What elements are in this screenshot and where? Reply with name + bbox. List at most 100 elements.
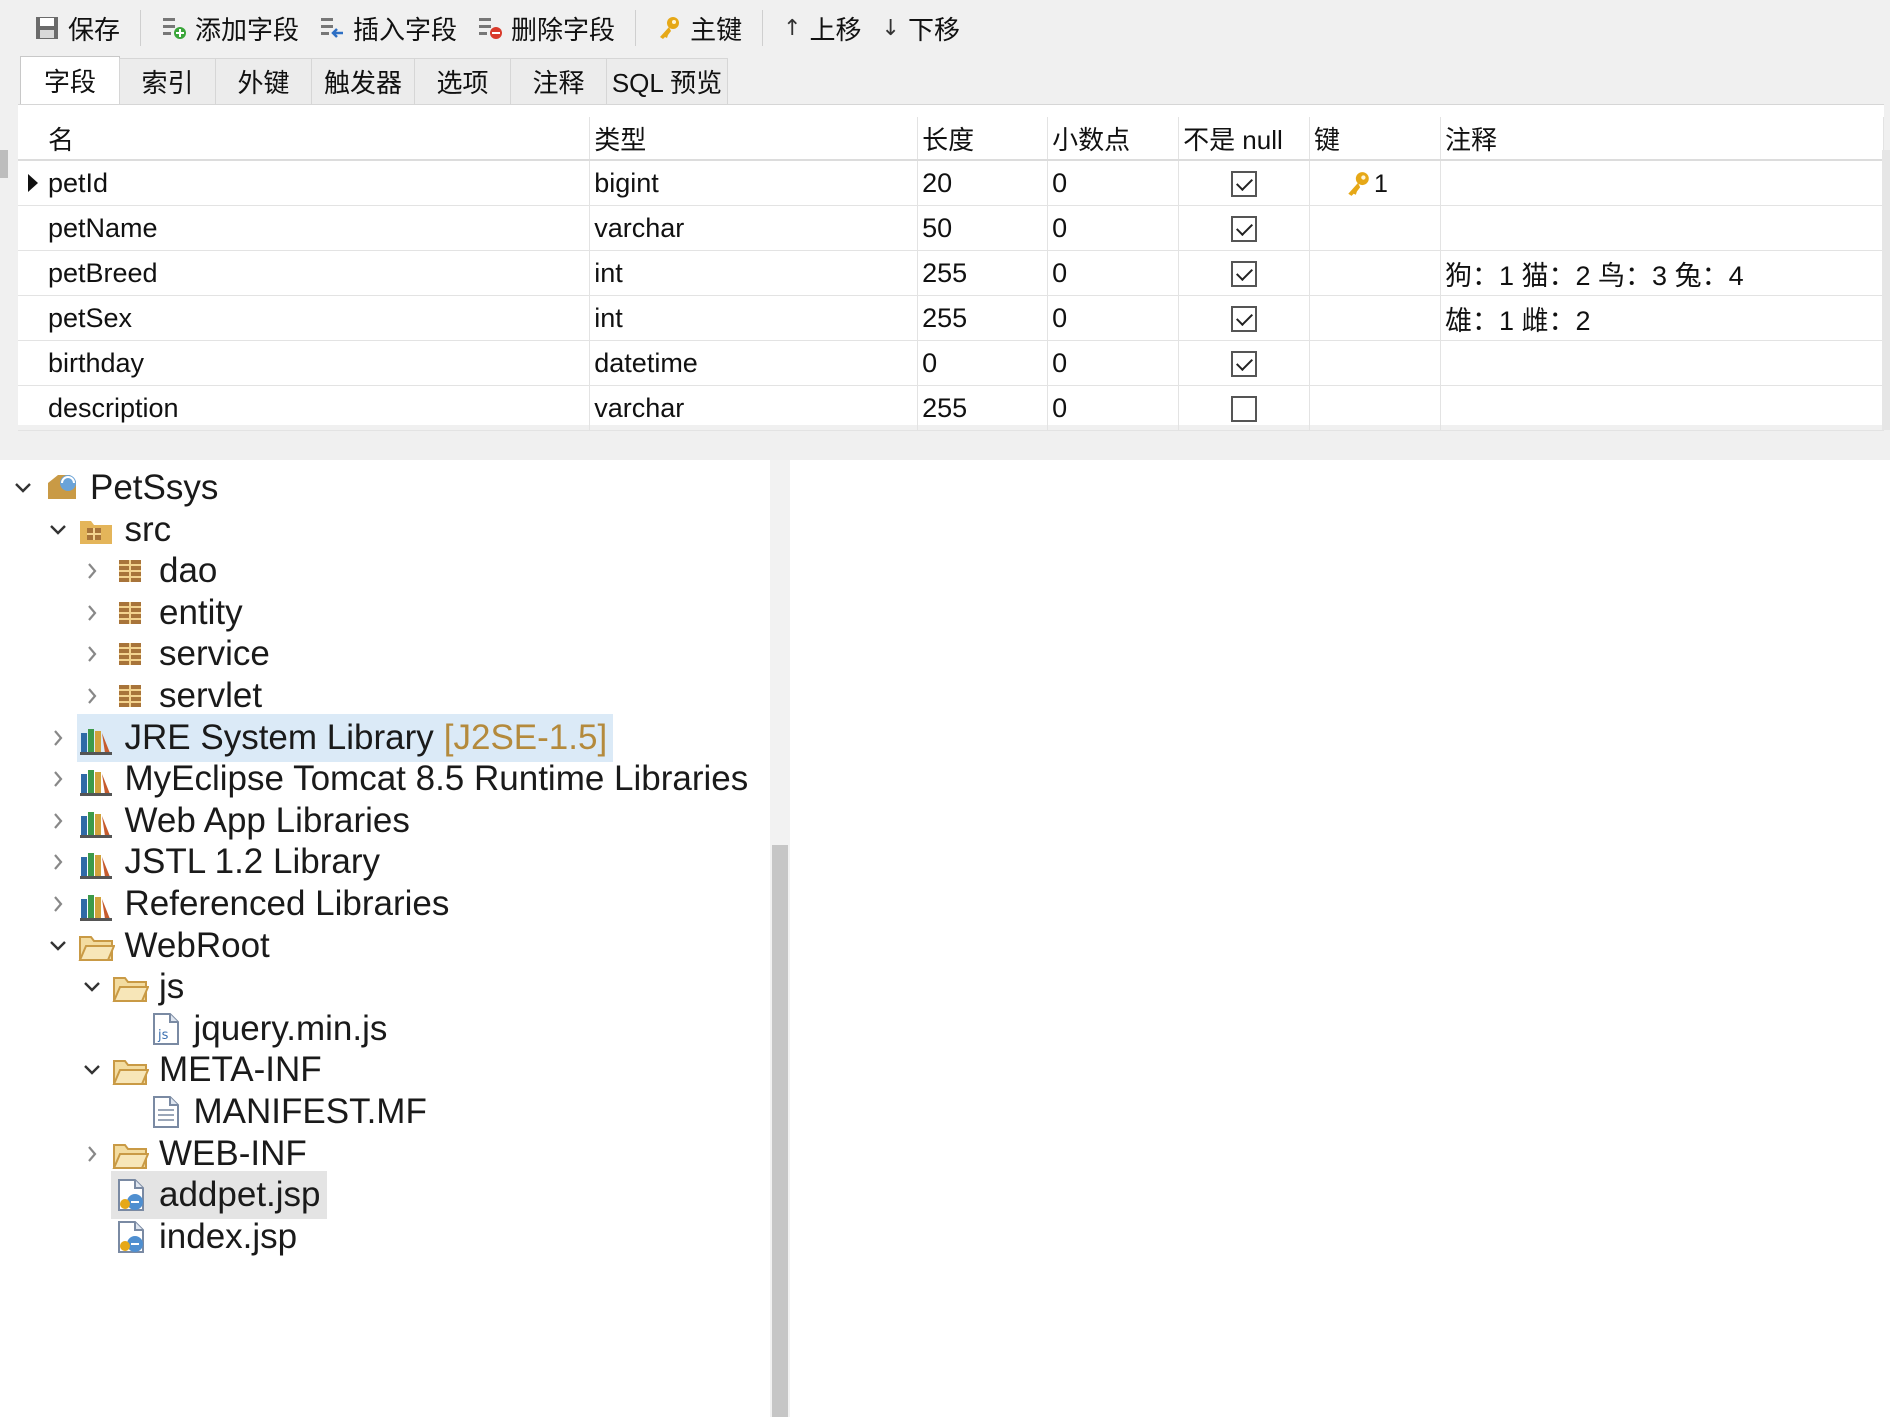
cell-name[interactable]: petSex [43,295,591,341]
table-row[interactable]: petBreed int 255 0 狗：1 猫：2 鸟：3 兔：4 [18,250,1884,296]
column-header-not-null[interactable]: 不是 null [1178,117,1311,161]
tree-expander [77,1212,107,1262]
save-icon [36,17,58,39]
cell-name[interactable]: birthday [43,340,591,386]
cell-type[interactable]: int [589,295,919,341]
cell-type[interactable]: varchar [589,205,919,251]
cell-name[interactable]: petBreed [43,250,591,296]
tree-expander[interactable] [8,463,38,513]
cell-comment[interactable] [1440,385,1884,431]
arrow-down-icon: ↓ [881,15,900,41]
tab-triggers[interactable]: 触发器 [311,58,415,104]
tree-item-decoration: [J2SE-1.5] [443,717,608,757]
chevron-right-icon [88,646,97,663]
chevron-right-icon [88,605,97,621]
save-button[interactable]: 保存 [24,8,130,48]
cell-key[interactable] [1309,340,1442,386]
library-icon [79,853,112,880]
cell-name[interactable]: petName [43,205,591,251]
cell-type[interactable]: datetime [589,340,919,386]
cell-name[interactable]: description [43,385,591,431]
cell-not-null[interactable] [1178,250,1311,296]
not-null-checkbox[interactable] [1231,351,1258,378]
cell-length[interactable]: 20 [917,160,1049,206]
js-file-icon: js [152,1012,179,1045]
tree-expander[interactable] [77,1045,107,1095]
cell-length[interactable]: 0 [917,340,1049,386]
not-null-checkbox[interactable] [1231,216,1258,243]
cell-comment[interactable]: 狗：1 猫：2 鸟：3 兔：4 [1440,250,1884,296]
cell-key[interactable] [1309,295,1442,341]
column-header-decimals[interactable]: 小数点 [1047,117,1180,161]
cell-comment[interactable] [1440,160,1884,206]
cell-comment[interactable]: 雄：1 雌：2 [1440,295,1884,341]
table-row[interactable]: description varchar 255 0 [18,385,1884,431]
tab-foreign-keys[interactable]: 外键 [215,58,312,104]
toolbar-separator [635,10,637,46]
cell-type[interactable]: int [589,250,919,296]
cell-length[interactable]: 255 [917,295,1049,341]
cell-key[interactable] [1309,250,1442,296]
not-null-checkbox[interactable] [1231,261,1258,288]
folder-icon [112,977,149,1003]
cell-not-null[interactable] [1178,160,1311,206]
table-row[interactable]: petId bigint 20 0 1 [18,160,1884,206]
tree-expander[interactable] [43,921,73,971]
cell-decimals[interactable]: 0 [1047,295,1180,341]
tab-sql-preview[interactable]: SQL 预览 [606,58,728,104]
cell-not-null[interactable] [1178,205,1311,251]
tab-fields[interactable]: 字段 [20,56,120,104]
cell-decimals[interactable]: 0 [1047,340,1180,386]
delete-field-button[interactable]: 删除字段 [467,8,625,48]
cell-not-null[interactable] [1178,340,1311,386]
column-header-comment[interactable]: 注释 [1440,117,1884,161]
not-null-checkbox[interactable] [1231,306,1258,333]
table-row[interactable]: petName varchar 50 0 [18,205,1884,251]
tree-expander[interactable] [77,962,107,1012]
primary-key-button[interactable]: 主键 [646,8,752,48]
cell-length[interactable]: 255 [917,250,1049,296]
insert-field-icon [321,18,344,38]
cell-decimals[interactable]: 0 [1047,385,1180,431]
tree-scrollbar-thumb[interactable] [772,845,788,1417]
move-up-button[interactable]: ↑ 上移 [773,8,871,48]
cell-key[interactable]: 1 [1309,160,1442,206]
add-field-button[interactable]: 添加字段 [151,8,309,48]
column-header-type[interactable]: 类型 [589,117,919,161]
cell-decimals[interactable]: 0 [1047,250,1180,296]
not-null-checkbox[interactable] [1231,171,1258,198]
tree-item-label: MyEclipse Tomcat 8.5 Runtime Libraries [124,759,749,799]
cell-length[interactable]: 50 [917,205,1049,251]
column-header-name[interactable]: 名 [43,117,591,161]
move-down-button[interactable]: ↓ 下移 [872,8,970,48]
column-header-key[interactable]: 键 [1309,117,1442,161]
table-row[interactable]: birthday datetime 0 0 [18,340,1884,386]
cell-decimals[interactable]: 0 [1047,205,1180,251]
cell-key[interactable] [1309,385,1442,431]
folder-icon [112,1143,149,1169]
grid-scrollbar[interactable] [1882,150,1890,430]
tree-expander[interactable] [43,505,73,555]
cell-type[interactable]: bigint [589,160,919,206]
cell-comment[interactable] [1440,205,1884,251]
tab-indexes[interactable]: 索引 [119,58,216,104]
cell-length[interactable]: 255 [917,385,1049,431]
tab-options[interactable]: 选项 [414,58,511,104]
not-null-checkbox[interactable] [1231,396,1258,423]
cell-name[interactable]: petId [43,160,591,206]
tree-item-content[interactable]: index.jsp [111,1213,303,1261]
table-row[interactable]: petSex int 255 0 雄：1 雌：2 [18,295,1884,341]
tab-comment[interactable]: 注释 [510,58,607,104]
cell-not-null[interactable] [1178,385,1311,431]
cell-comment[interactable] [1440,340,1884,386]
cell-key[interactable] [1309,205,1442,251]
tree-item-label: MANIFEST.MF [193,1092,427,1131]
designer-tabs: 字段 索引 外键 触发器 选项 注释 SQL 预览 [20,56,728,104]
cell-decimals[interactable]: 0 [1047,160,1180,206]
tree-item[interactable]: index.jsp [77,1212,303,1262]
chevron-down-icon [49,940,66,951]
insert-field-button[interactable]: 插入字段 [309,8,467,48]
cell-type[interactable]: varchar [589,385,919,431]
column-header-length[interactable]: 长度 [917,117,1049,161]
cell-not-null[interactable] [1178,295,1311,341]
